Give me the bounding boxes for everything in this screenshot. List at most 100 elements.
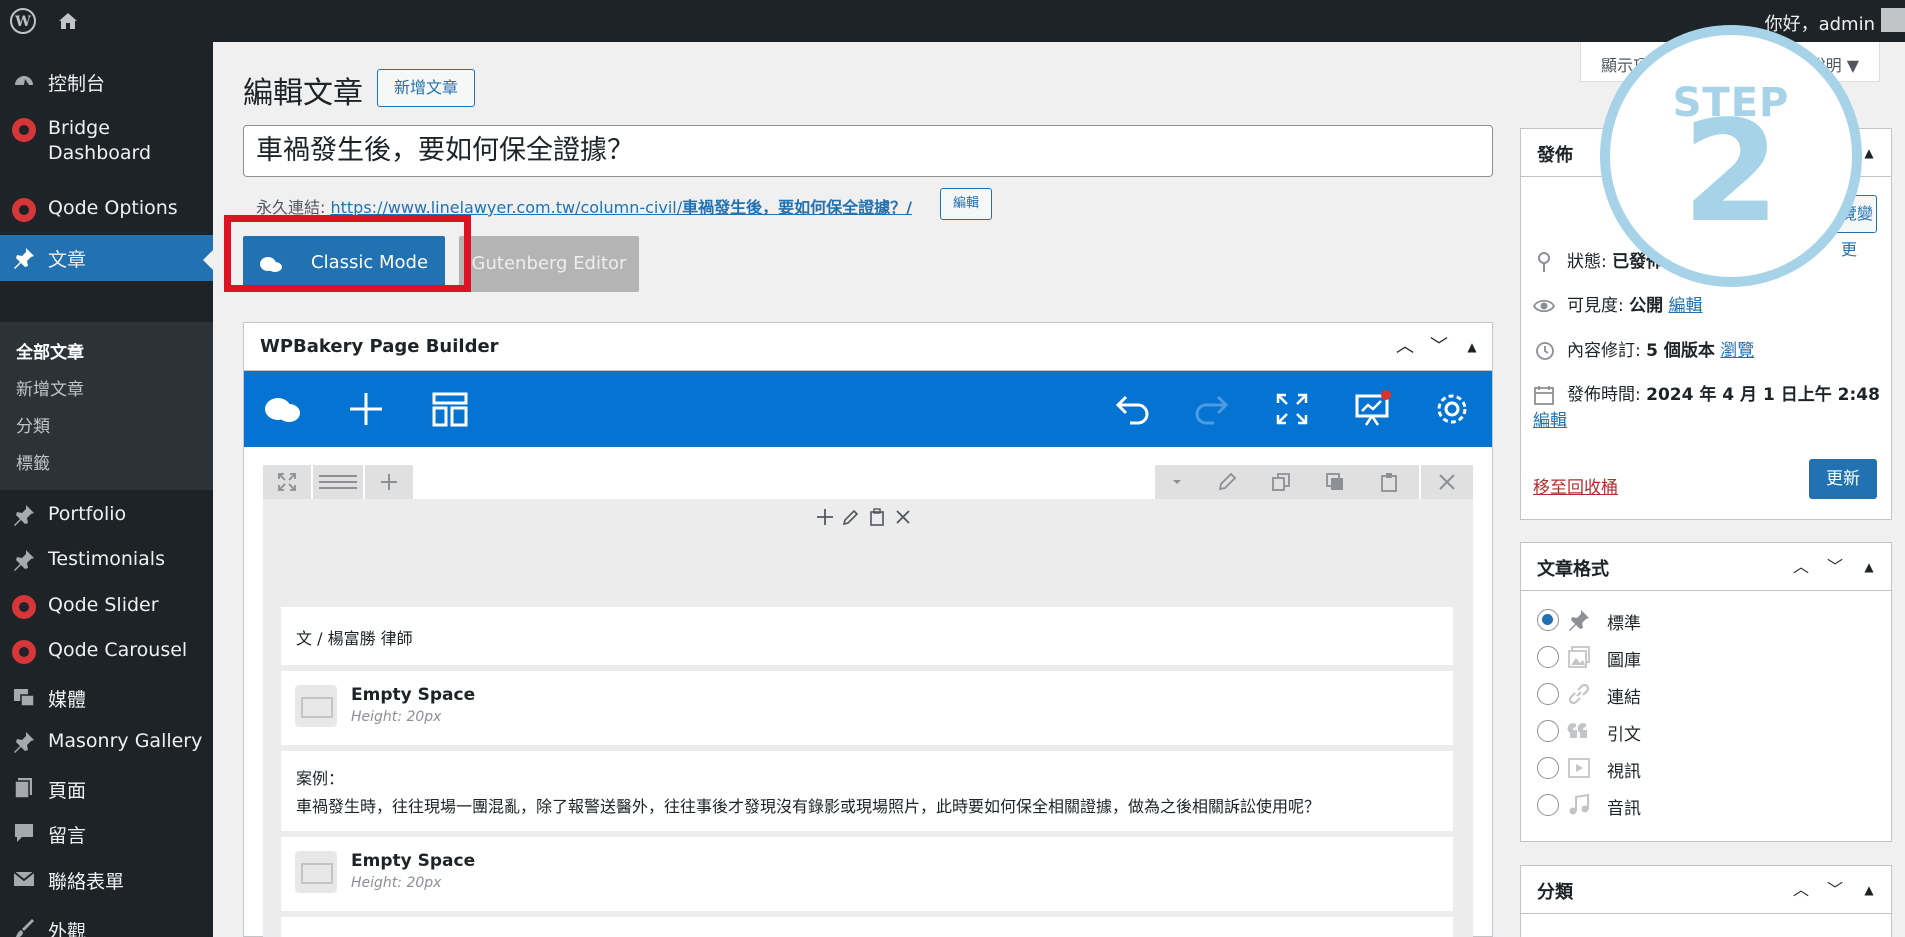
format-option-quote[interactable]: 引文 — [1537, 719, 1837, 745]
history-icon — [1536, 342, 1554, 360]
wordpress-logo-icon[interactable]: W — [8, 6, 38, 36]
visibility-edit-link[interactable]: 編輯 — [1669, 296, 1703, 316]
move-down-icon[interactable]: ﹀ — [1821, 553, 1849, 581]
sidebar-item-masonry-gallery[interactable]: Masonry Gallery — [0, 727, 213, 759]
radio-button[interactable] — [1537, 646, 1559, 668]
post-visibility: 可見度: 公開 編輯 — [1533, 291, 1703, 317]
row-layout-button[interactable] — [313, 465, 363, 499]
row-action-group — [1155, 465, 1419, 499]
add-new-post-button[interactable]: 新增文章 — [377, 69, 475, 107]
submenu-categories[interactable]: 分類 — [16, 412, 50, 437]
close-icon[interactable] — [894, 508, 912, 526]
row-dropdown-icon[interactable] — [1171, 477, 1183, 487]
highlight-frame — [224, 215, 471, 292]
edit-pencil-icon[interactable] — [1217, 472, 1237, 492]
plus-icon[interactable] — [816, 508, 834, 526]
submenu-tags[interactable]: 標籤 — [16, 449, 50, 474]
row-controls — [263, 465, 1473, 499]
text-block[interactable] — [281, 917, 1453, 937]
settings-gear-icon[interactable] — [1432, 389, 1472, 429]
move-down-icon[interactable]: ﹀ — [1821, 876, 1849, 904]
admin-bar: W 你好，admin — [0, 0, 1905, 42]
submenu-all-posts[interactable]: 全部文章 — [16, 338, 84, 363]
box-order-controls: ︿ ﹀ ▲ — [1787, 876, 1883, 904]
clone-icon[interactable] — [1271, 472, 1291, 492]
sidebar-item-appearance[interactable]: 外觀 — [0, 914, 213, 937]
browse-revisions-link[interactable]: 瀏覽 — [1720, 341, 1754, 361]
move-to-trash-link[interactable]: 移至回收桶 — [1533, 473, 1618, 498]
sidebar-item-contact-form[interactable]: 聯絡表單 — [0, 864, 213, 896]
sidebar-item-qode-slider[interactable]: Qode Slider — [0, 591, 213, 623]
seo-icon[interactable] — [1352, 389, 1392, 429]
format-option-audio[interactable]: 音訊 — [1537, 793, 1837, 819]
radio-button[interactable] — [1537, 757, 1559, 779]
empty-space-element[interactable]: Empty Space Height: 20px — [281, 671, 1453, 745]
media-icon — [14, 689, 35, 707]
format-option-video[interactable]: 視訊 — [1537, 756, 1837, 782]
text-block[interactable]: 案例： 車禍發生時，往往現場一團混亂，除了報警送醫外，往往事後才發現沒有錄影或現… — [281, 751, 1453, 831]
templates-icon[interactable] — [430, 389, 470, 429]
move-down-icon[interactable]: ﹀ — [1425, 333, 1453, 361]
format-option-link[interactable]: 連結 — [1537, 682, 1837, 708]
delete-row-button[interactable] — [1421, 465, 1473, 499]
radio-button[interactable] — [1537, 720, 1559, 742]
radio-button[interactable] — [1537, 609, 1559, 631]
fullscreen-icon[interactable] — [1272, 389, 1312, 429]
sidebar-item-comments[interactable]: 留言 — [0, 818, 213, 850]
avatar[interactable] — [1881, 8, 1905, 32]
sidebar-item-posts[interactable]: 文章 — [0, 235, 214, 281]
sidebar-item-bridge-dashboard[interactable]: Bridge Dashboard — [0, 114, 213, 170]
update-button[interactable]: 更新 — [1809, 459, 1877, 499]
undo-icon[interactable] — [1112, 389, 1152, 429]
edit-pencil-icon[interactable] — [842, 508, 860, 526]
quote-icon — [1567, 723, 1587, 738]
cloud-icon[interactable] — [262, 389, 302, 429]
plus-icon — [381, 474, 397, 490]
gutenberg-editor-button[interactable]: Gutenberg Editor — [459, 236, 639, 292]
qode-icon — [12, 595, 36, 619]
step-number: 2 — [1682, 91, 1780, 254]
collapse-icon[interactable]: ▲ — [1855, 553, 1883, 581]
home-icon[interactable] — [56, 9, 80, 33]
radio-button[interactable] — [1537, 794, 1559, 816]
date-edit-link[interactable]: 編輯 — [1533, 411, 1567, 431]
format-option-gallery[interactable]: 圖庫 — [1537, 645, 1837, 671]
post-title-input[interactable]: 車禍發生後，要如何保全證據？ — [243, 125, 1493, 177]
post-revisions: 內容修訂: 5 個版本 瀏覽 — [1533, 336, 1754, 362]
move-up-icon[interactable]: ︿ — [1391, 333, 1419, 361]
row-drag-handle[interactable] — [263, 465, 311, 499]
pin-icon — [1569, 610, 1589, 631]
sidebar-item-qode-options[interactable]: Qode Options — [0, 194, 213, 226]
add-column-button[interactable] — [365, 465, 413, 499]
move-up-icon[interactable]: ︿ — [1787, 876, 1815, 904]
sidebar-item-pages[interactable]: 頁面 — [0, 773, 213, 805]
empty-space-icon — [295, 685, 337, 727]
redo-icon[interactable] — [1192, 389, 1232, 429]
collapse-icon[interactable]: ▲ — [1855, 876, 1883, 904]
sidebar-item-testimonials[interactable]: Testimonials — [0, 545, 213, 577]
text-block[interactable]: 文 / 楊富勝 律師 — [281, 607, 1453, 665]
sidebar-item-dashboard[interactable]: 控制台 — [0, 66, 213, 98]
submenu-add-new[interactable]: 新增文章 — [16, 375, 84, 400]
add-element-icon[interactable] — [346, 389, 386, 429]
publish-box-title: 發佈 — [1537, 145, 1573, 166]
sidebar-item-media[interactable]: 媒體 — [0, 682, 213, 714]
user-greeting[interactable]: 你好，admin — [1765, 10, 1875, 36]
copy-icon[interactable] — [1325, 472, 1345, 492]
paste-icon[interactable] — [868, 508, 886, 526]
empty-space-element[interactable]: Empty Space Height: 20px — [281, 837, 1453, 911]
format-option-standard[interactable]: 標準 — [1537, 608, 1837, 634]
collapse-icon[interactable]: ▲ — [1458, 333, 1486, 361]
svg-text:W: W — [14, 14, 31, 30]
wpbakery-title: WPBakery Page Builder — [260, 336, 499, 357]
dashboard-icon — [15, 76, 33, 85]
sidebar-item-qode-carousel[interactable]: Qode Carousel — [0, 636, 213, 668]
posts-submenu: 全部文章 新增文章 分類 標籤 — [0, 322, 213, 490]
permalink-edit-button[interactable]: 編輯 — [940, 188, 992, 220]
radio-button[interactable] — [1537, 683, 1559, 705]
sidebar-item-portfolio[interactable]: Portfolio — [0, 500, 213, 532]
paste-icon[interactable] — [1379, 472, 1399, 492]
page-title: 編輯文章 — [243, 76, 363, 111]
qode-icon — [12, 640, 36, 664]
move-up-icon[interactable]: ︿ — [1787, 553, 1815, 581]
